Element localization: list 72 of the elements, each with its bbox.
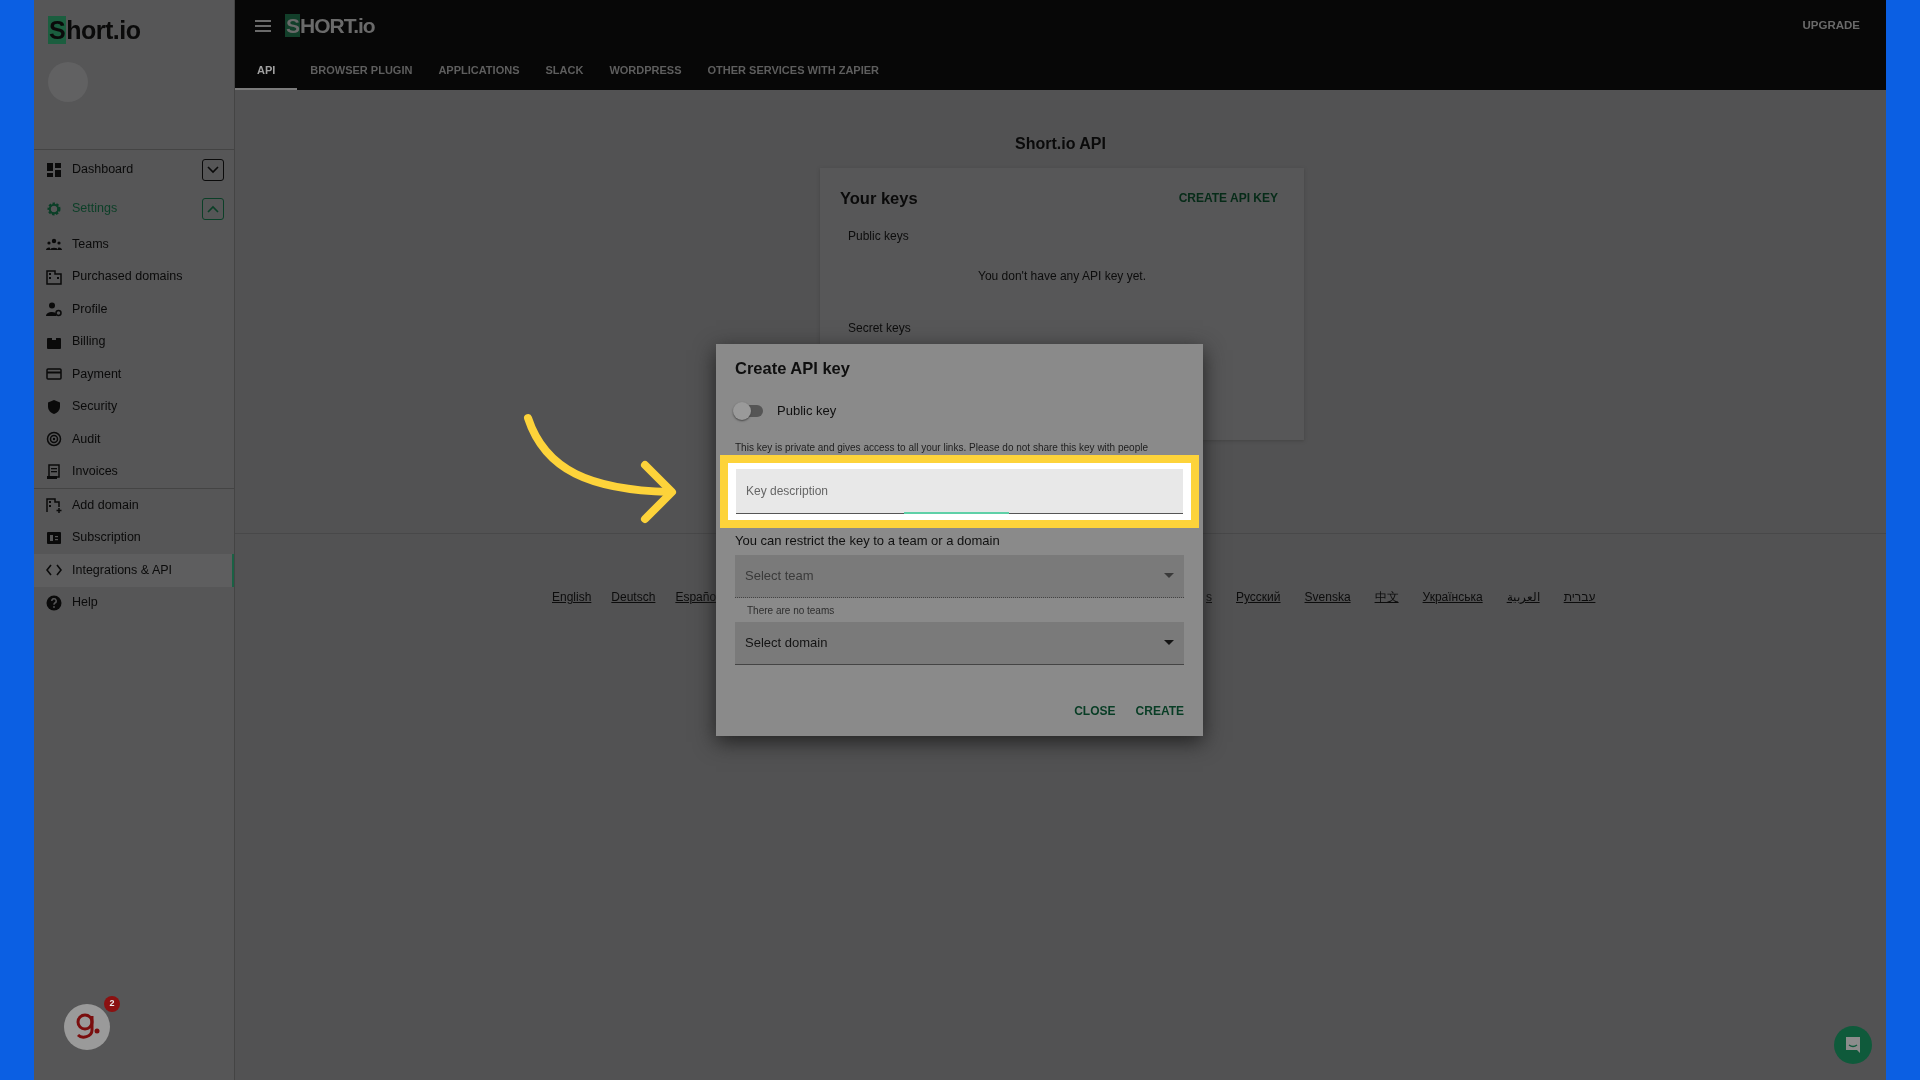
sidebar-item[interactable]: Profile bbox=[34, 293, 234, 326]
people-icon bbox=[46, 236, 62, 253]
chat-bubble-icon bbox=[1844, 1036, 1862, 1054]
sidebar-item[interactable]: Teams bbox=[34, 228, 234, 261]
logo[interactable]: SHORT.io bbox=[285, 10, 375, 42]
tab[interactable]: OTHER SERVICES WITH ZAPIER bbox=[694, 52, 893, 90]
building-plus-icon bbox=[46, 497, 62, 514]
person-gear-icon bbox=[46, 301, 62, 318]
tab[interactable]: APPLICATIONS bbox=[425, 52, 533, 90]
sidebar-item[interactable]: Subscription bbox=[34, 521, 234, 554]
chat-avatar[interactable] bbox=[64, 1004, 110, 1050]
language-link[interactable]: עברית bbox=[1563, 588, 1596, 606]
sidebar-item[interactable]: Payment bbox=[34, 358, 234, 391]
language-link[interactable]: العربية bbox=[1506, 588, 1540, 606]
language-link[interactable]: Українська bbox=[1422, 588, 1483, 606]
receipt-icon bbox=[46, 463, 62, 480]
dialog-title: Create API key bbox=[735, 358, 851, 379]
building-icon bbox=[46, 268, 62, 285]
create-api-key-button[interactable]: CREATE API KEY bbox=[1172, 188, 1284, 209]
sidebar-section[interactable]: Settings bbox=[34, 189, 234, 228]
sidebar-section[interactable]: Dashboard bbox=[34, 150, 234, 189]
restrict-label: You can restrict the key to a team or a domain bbox=[735, 532, 1001, 551]
section-heading: Secret keys bbox=[848, 319, 912, 337]
language-link[interactable]: English bbox=[552, 588, 592, 606]
notification-badge: 2 bbox=[104, 996, 120, 1012]
tab[interactable]: WORDPRESS bbox=[596, 52, 695, 90]
shield-icon bbox=[46, 398, 62, 415]
language-link[interactable]: Deutsch bbox=[611, 588, 656, 606]
dialog-button[interactable]: CREATE bbox=[1127, 698, 1192, 724]
expand-button[interactable] bbox=[202, 158, 224, 181]
select-field[interactable]: Select domain bbox=[735, 621, 1184, 665]
sidebar-item[interactable]: Security bbox=[34, 390, 234, 423]
notice-text: This key is private and gives access to all your links. Please do not share this key with people bbox=[735, 441, 1149, 456]
section-heading: Public keys bbox=[848, 227, 910, 245]
menu-icon bbox=[255, 20, 271, 32]
tab[interactable]: API bbox=[235, 52, 298, 90]
language-link[interactable]: Españo bbox=[675, 588, 717, 606]
chat-button[interactable] bbox=[1834, 1026, 1872, 1064]
toggle-switch[interactable] bbox=[735, 404, 763, 417]
text-input-field[interactable]: Key description bbox=[736, 469, 1183, 515]
sidebar-item[interactable]: Audit bbox=[34, 423, 234, 456]
sidebar-item[interactable]: Invoices bbox=[34, 455, 234, 488]
collapse-button[interactable] bbox=[202, 197, 224, 220]
dashboard-icon bbox=[46, 161, 62, 178]
upgrade-button[interactable]: UPGRADE bbox=[1796, 16, 1866, 36]
page-title: Short.io API bbox=[1014, 134, 1107, 154]
card-title: Your keys bbox=[840, 188, 918, 209]
language-link[interactable]: Русский bbox=[1236, 588, 1281, 606]
sidebar-item[interactable]: Purchased domains bbox=[34, 260, 234, 293]
sidebar-item[interactable]: Add domain bbox=[34, 489, 234, 522]
chevron-icon bbox=[207, 165, 219, 174]
sidebar-item[interactable]: Billing bbox=[34, 325, 234, 358]
dropdown-caret-icon bbox=[1164, 640, 1174, 646]
letter-g-logo-icon bbox=[74, 1012, 100, 1042]
empty-message: You don't have any API key yet. bbox=[977, 267, 1147, 285]
hint-text: There are no teams bbox=[746, 603, 836, 618]
chevron-icon bbox=[207, 204, 219, 213]
toggle-label: Public key bbox=[777, 401, 837, 420]
help-icon bbox=[46, 594, 62, 611]
dialog-button[interactable]: CLOSE bbox=[1066, 698, 1124, 724]
sidebar-item[interactable]: Integrations & API bbox=[34, 554, 234, 587]
dollar-card-icon bbox=[46, 529, 62, 546]
language-link[interactable]: 中文 bbox=[1374, 588, 1399, 606]
language-link[interactable]: Svenska bbox=[1304, 588, 1351, 606]
tab[interactable]: SLACK bbox=[532, 52, 597, 90]
logo[interactable]: Short.io bbox=[48, 12, 141, 50]
target-icon bbox=[46, 431, 62, 448]
dropdown-caret-icon bbox=[1164, 573, 1174, 579]
credit-card-icon bbox=[46, 366, 62, 383]
sidebar-item[interactable]: Help bbox=[34, 586, 234, 619]
tab[interactable]: BROWSER PLUGIN bbox=[297, 52, 426, 90]
gear-icon bbox=[46, 200, 62, 217]
